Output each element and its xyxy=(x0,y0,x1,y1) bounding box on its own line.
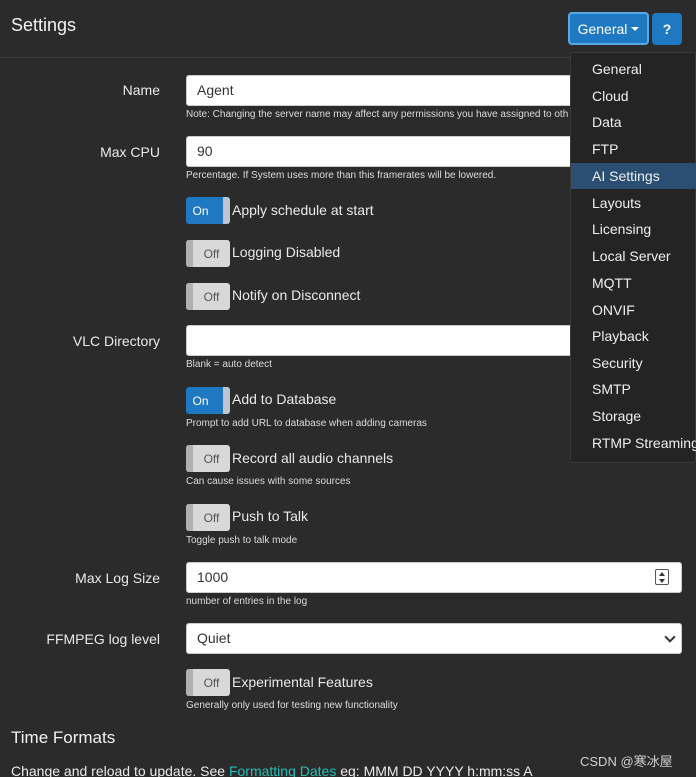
push-to-talk-help: Toggle push to talk mode xyxy=(186,535,298,546)
header: Settings General ? xyxy=(0,0,696,58)
menu-item-layouts[interactable]: Layouts xyxy=(571,190,696,216)
toggle-knob xyxy=(186,240,193,267)
menu-item-local-server[interactable]: Local Server xyxy=(571,243,696,269)
add-to-database-toggle[interactable]: On xyxy=(186,387,230,414)
toggle-state: Off xyxy=(203,675,220,690)
max-cpu-label: Max CPU xyxy=(100,144,160,160)
general-button-label: General xyxy=(577,20,628,37)
toggle-knob xyxy=(223,387,230,414)
time-formats-title: Time Formats xyxy=(11,728,116,747)
menu-item-mqtt[interactable]: MQTT xyxy=(571,270,696,296)
general-dropdown-button[interactable]: General xyxy=(568,12,649,45)
menu-item-security[interactable]: Security xyxy=(571,350,696,376)
toggle-knob xyxy=(186,669,193,696)
watermark: CSDN @寒冰屋 xyxy=(580,754,673,769)
toggle-state: Off xyxy=(203,451,220,466)
logging-toggle[interactable]: Off xyxy=(186,240,230,267)
help-button[interactable]: ? xyxy=(652,13,682,45)
toggle-knob xyxy=(186,504,193,531)
add-to-database-help: Prompt to add URL to database when addin… xyxy=(186,418,427,429)
experimental-label: Experimental Features xyxy=(232,674,373,690)
name-help: Note: Changing the server name may affec… xyxy=(186,109,569,120)
toggle-state: Off xyxy=(203,246,220,261)
ffmpeg-log-level-label: FFMPEG log level xyxy=(46,631,160,647)
push-to-talk-label: Push to Talk xyxy=(232,508,309,524)
add-to-database-label: Add to Database xyxy=(232,391,337,407)
menu-item-general[interactable]: General xyxy=(571,56,696,82)
toggle-state: Off xyxy=(203,510,220,525)
page-title: Settings xyxy=(11,15,77,35)
toggle-state: On xyxy=(192,203,209,218)
max-log-size-help: number of entries in the log xyxy=(186,596,308,607)
menu-item-playback[interactable]: Playback xyxy=(571,323,696,349)
max-cpu-help: Percentage. If System uses more than thi… xyxy=(186,170,497,181)
notify-disconnect-toggle[interactable]: Off xyxy=(186,283,230,310)
record-audio-toggle[interactable]: Off xyxy=(186,445,230,472)
vlc-directory-help: Blank = auto detect xyxy=(186,359,272,370)
max-log-size-label: Max Log Size xyxy=(75,570,160,586)
menu-item-rtmp-streaming[interactable]: RTMP Streaming xyxy=(571,430,696,456)
push-to-talk-toggle[interactable]: Off xyxy=(186,504,230,531)
experimental-help: Generally only used for testing new func… xyxy=(186,700,398,711)
apply-schedule-label: Apply schedule at start xyxy=(232,202,374,218)
caret-down-icon xyxy=(631,26,640,31)
menu-item-smtp[interactable]: SMTP xyxy=(571,376,696,402)
max-log-size-input[interactable]: 1000 xyxy=(186,562,682,593)
time-formats-description: Change and reload to update. See Formatt… xyxy=(11,763,533,777)
time-formats-text-before: Change and reload to update. See xyxy=(11,763,229,777)
number-spinner-icon[interactable] xyxy=(655,569,669,585)
time-formats-text-after: eg: MMM DD YYYY h:mm:ss A xyxy=(336,763,533,777)
notify-disconnect-label: Notify on Disconnect xyxy=(232,287,361,303)
ffmpeg-log-level-select[interactable]: Quiet xyxy=(186,623,682,654)
toggle-state: On xyxy=(192,393,209,408)
menu-item-onvif[interactable]: ONVIF xyxy=(571,297,696,323)
name-label: Name xyxy=(122,82,160,98)
formatting-dates-link[interactable]: Formatting Dates xyxy=(229,763,336,777)
experimental-toggle[interactable]: Off xyxy=(186,669,230,696)
menu-item-data[interactable]: Data xyxy=(571,109,696,135)
toggle-knob xyxy=(223,197,230,224)
menu-item-licensing[interactable]: Licensing xyxy=(571,216,696,242)
toggle-knob xyxy=(186,445,193,472)
record-audio-help: Can cause issues with some sources xyxy=(186,476,351,487)
general-dropdown-menu: General Cloud Data FTP AI Settings Layou… xyxy=(570,52,696,463)
toggle-state: Off xyxy=(203,289,220,304)
logging-label: Logging Disabled xyxy=(232,244,341,260)
menu-item-storage[interactable]: Storage xyxy=(571,403,696,429)
toggle-knob xyxy=(186,283,193,310)
vlc-directory-label: VLC Directory xyxy=(72,333,160,349)
apply-schedule-toggle[interactable]: On xyxy=(186,197,230,224)
menu-item-ftp[interactable]: FTP xyxy=(571,136,696,162)
record-audio-label: Record all audio channels xyxy=(232,450,394,466)
menu-item-cloud[interactable]: Cloud xyxy=(571,83,696,109)
menu-item-ai-settings[interactable]: AI Settings xyxy=(571,163,696,189)
